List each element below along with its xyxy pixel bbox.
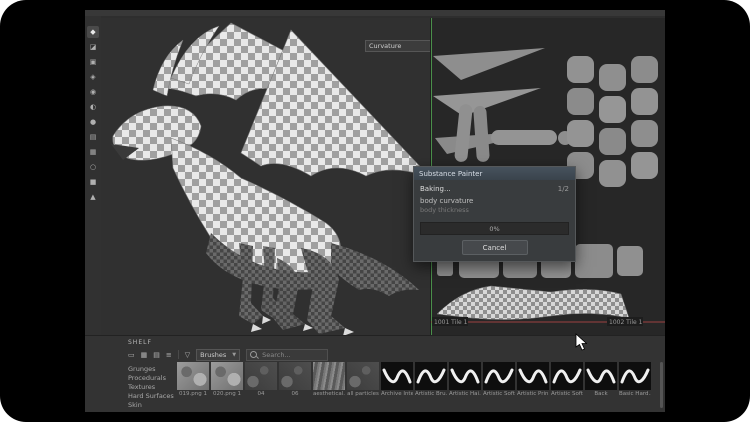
folder-icon[interactable]: ▭ <box>128 351 135 359</box>
substance-painter-window: ◆ ◪ ▣ ◈ ◉ ◐ ● ▤ ▦ ○ ■ ▲ <box>85 10 665 412</box>
baking-counter: 1/2 <box>558 185 569 193</box>
search-input[interactable] <box>260 350 324 360</box>
window-top-bar <box>85 10 665 16</box>
shelf-thumbnail[interactable]: Basic Hard... <box>619 362 651 397</box>
shelf-title: SHELF <box>128 339 152 346</box>
shelf-thumbnail[interactable]: aesthetical... <box>313 362 345 397</box>
brush-stroke-preview <box>517 362 549 390</box>
thumbnail-label: aesthetical... <box>313 391 345 397</box>
brush-stroke-preview <box>449 362 481 390</box>
shelf-thumbnail[interactable]: 020.png 1 <box>211 362 243 397</box>
brushes-dropdown[interactable]: Brushes ▼ <box>196 349 240 361</box>
channel-dropdown[interactable]: Curvature ▼ <box>365 40 431 52</box>
progress-percent: 0% <box>489 225 499 233</box>
cancel-button[interactable]: Cancel <box>462 240 528 255</box>
texture-preview <box>313 362 345 390</box>
camera-tool-icon[interactable]: ▲ <box>87 191 99 203</box>
baking-status: Baking... <box>420 185 451 193</box>
quick-mask-icon[interactable]: ▤ <box>87 131 99 143</box>
shelf-thumbnail[interactable]: Artistic Soft... <box>551 362 583 397</box>
shelf-thumbnail[interactable]: 019.png 1 <box>177 362 209 397</box>
texture-preview <box>347 362 379 390</box>
details-view-icon[interactable]: ≡ <box>166 351 172 359</box>
channel-dropdown-value: Curvature <box>369 42 401 50</box>
thumbnail-label: Archive Inte... <box>381 391 413 397</box>
display-settings-icon[interactable]: ■ <box>87 176 99 188</box>
search-icon <box>250 351 257 358</box>
shelf-scrollbar[interactable] <box>660 362 663 408</box>
shelf-search[interactable] <box>246 349 328 361</box>
baking-next-item: body thickness <box>420 206 569 214</box>
shelf-thumbnail-row: 019.png 1 020.png 1 04 06 aesthetical...… <box>177 362 651 397</box>
category-textures[interactable]: Textures <box>128 384 174 391</box>
baking-current-item: body curvature <box>420 197 569 205</box>
shelf-thumbnail[interactable]: Artistic Soft... <box>483 362 515 397</box>
material-picker-icon[interactable]: ● <box>87 116 99 128</box>
symmetry-icon[interactable]: ▦ <box>87 146 99 158</box>
eraser-tool-icon[interactable]: ◪ <box>87 41 99 53</box>
thumbnail-label: all particles <box>347 391 379 397</box>
paint-tool-icon[interactable]: ◆ <box>87 26 99 38</box>
category-grunges[interactable]: Grunges <box>128 366 174 373</box>
brush-stroke-preview <box>551 362 583 390</box>
dragon-model-checker-preview <box>101 18 431 335</box>
shelf-thumbnail[interactable]: all particles <box>347 362 379 397</box>
texture-preview <box>279 362 311 390</box>
shelf-thumbnail[interactable]: Archive Inte... <box>381 362 413 397</box>
polygon-fill-tool-icon[interactable]: ◈ <box>87 71 99 83</box>
texture-preview <box>177 362 209 390</box>
brush-stroke-preview <box>415 362 447 390</box>
viewer-settings-icon[interactable]: ○ <box>87 161 99 173</box>
brushes-dropdown-value: Brushes <box>200 351 226 359</box>
progress-bar: 0% <box>420 222 569 235</box>
shelf-thumbnail[interactable]: 04 <box>245 362 277 397</box>
clone-tool-icon[interactable]: ◐ <box>87 101 99 113</box>
texture-preview <box>211 362 243 390</box>
thumbnail-label: 06 <box>279 391 311 397</box>
device-frame: ◆ ◪ ▣ ◈ ◉ ◐ ● ▤ ▦ ○ ■ ▲ <box>0 0 750 422</box>
brush-stroke-preview <box>381 362 413 390</box>
left-toolbar: ◆ ◪ ▣ ◈ ◉ ◐ ● ▤ ▦ ○ ■ ▲ <box>85 16 101 335</box>
brush-stroke-preview <box>483 362 515 390</box>
shelf-toolbar: ▭ ▦ ▤ ≡ ▽ Brushes ▼ <box>128 348 328 361</box>
thumbnail-label: Artistic Prin... <box>517 391 549 397</box>
shelf-category-list: Grunges Procedurals Textures Hard Surfac… <box>128 366 174 409</box>
shelf-thumbnail[interactable]: Back <box>585 362 617 397</box>
texture-preview <box>245 362 277 390</box>
grid-view-icon[interactable]: ▦ <box>141 351 148 359</box>
toolbar-separator <box>178 350 179 359</box>
shelf-thumbnail[interactable]: Artistic Hai... <box>449 362 481 397</box>
mouse-cursor <box>575 333 587 351</box>
thumbnail-label: Artistic Soft... <box>551 391 583 397</box>
category-hard-surfaces[interactable]: Hard Surfaces <box>128 393 174 400</box>
thumbnail-label: Back <box>585 391 617 397</box>
udim-tile-label-left: 1001 Tile 1 <box>434 319 468 326</box>
baking-dialog: Substance Painter Baking... 1/2 body cur… <box>413 166 576 262</box>
thumbnail-label: 04 <box>245 391 277 397</box>
thumbnail-label: 020.png 1 <box>211 391 243 397</box>
projection-tool-icon[interactable]: ▣ <box>87 56 99 68</box>
thumbnail-label: Artistic Soft... <box>483 391 515 397</box>
category-skin[interactable]: Skin <box>128 402 174 409</box>
dialog-title[interactable]: Substance Painter <box>414 167 575 180</box>
brush-stroke-preview <box>619 362 651 390</box>
thumbnail-label: Artistic Bru... <box>415 391 447 397</box>
thumbnail-label: 019.png 1 <box>177 391 209 397</box>
thumbnail-label: Basic Hard... <box>619 391 651 397</box>
smudge-tool-icon[interactable]: ◉ <box>87 86 99 98</box>
filter-icon[interactable]: ▽ <box>185 351 190 359</box>
brush-stroke-preview <box>585 362 617 390</box>
shelf-thumbnail[interactable]: 06 <box>279 362 311 397</box>
shelf-thumbnail[interactable]: Artistic Prin... <box>517 362 549 397</box>
shelf-thumbnail[interactable]: Artistic Bru... <box>415 362 447 397</box>
list-view-icon[interactable]: ▤ <box>153 351 160 359</box>
viewport-3d[interactable]: Curvature ▼ <box>101 18 431 335</box>
category-procedurals[interactable]: Procedurals <box>128 375 174 382</box>
thumbnail-label: Artistic Hai... <box>449 391 481 397</box>
chevron-down-icon: ▼ <box>232 352 236 358</box>
udim-tile-label-right: 1002 Tile 1 <box>609 319 643 326</box>
